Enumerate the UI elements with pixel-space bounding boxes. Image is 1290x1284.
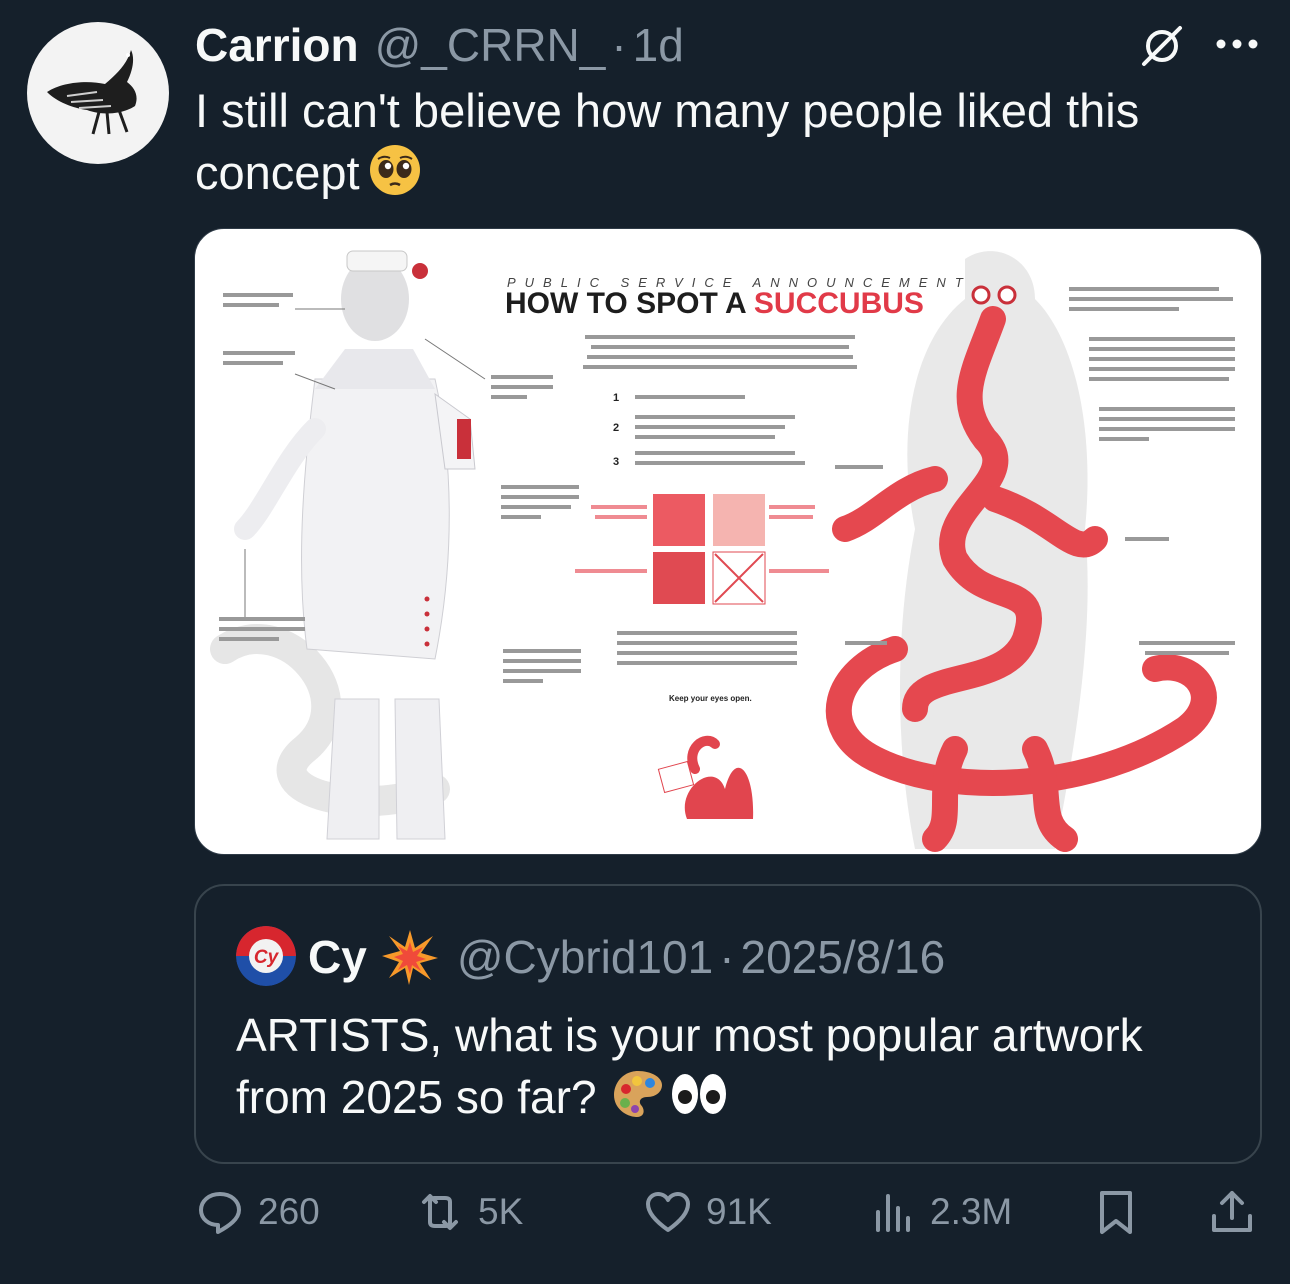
pleading-face-emoji: [369, 145, 420, 195]
share-icon: [1212, 1191, 1252, 1232]
crow-avatar-image: [47, 50, 137, 135]
svg-text:3: 3: [613, 456, 619, 468]
more-options-icon[interactable]: [1213, 34, 1261, 54]
quoted-author-avatar[interactable]: Cy: [236, 926, 296, 986]
post-media-image[interactable]: 1 2 3 Keep your eyes open. PUBLIC SERVICE …: [194, 228, 1262, 855]
quoted-author-name[interactable]: Cy: [308, 930, 367, 984]
reply-count: 260: [258, 1191, 320, 1232]
cy-logo-avatar: Cy: [236, 926, 296, 986]
post-header: Carrion @_CRRN_ · 1d: [195, 18, 684, 72]
eyes-emoji: [671, 1074, 726, 1114]
psa-infographic: 1 2 3 Keep your eyes open.: [210, 250, 1235, 852]
like-count: 91K: [706, 1191, 772, 1232]
views-chart-icon: [876, 1194, 910, 1232]
svg-text:2: 2: [613, 422, 619, 434]
post-text-content: I still can't believe how many people li…: [195, 84, 1140, 199]
collision-emoji: [381, 930, 438, 985]
share-button[interactable]: [1208, 1188, 1270, 1236]
poster-title: HOW TO SPOT A SUCCUBUS: [505, 287, 924, 321]
views-button[interactable]: 2.3M: [868, 1188, 1012, 1236]
quoted-post-header: Cy @Cybrid101 · 2025/8/16: [308, 928, 945, 986]
svg-text:Cy: Cy: [254, 947, 280, 968]
post: Carrion @_CRRN_ · 1d I still can't belie…: [0, 0, 1290, 1284]
author-avatar[interactable]: [27, 22, 169, 164]
quoted-post-date[interactable]: 2025/8/16: [741, 930, 946, 984]
repost-button[interactable]: 5K: [416, 1188, 523, 1236]
separator: ·: [611, 19, 627, 71]
quoted-author-handle[interactable]: @Cybrid101: [457, 930, 713, 984]
artist-palette-emoji: [613, 1071, 662, 1117]
action-bar: 260 5K 91K 2.3M: [0, 1188, 1290, 1248]
like-button[interactable]: 91K: [644, 1188, 772, 1236]
svg-text:1: 1: [613, 392, 619, 404]
quoted-post-text: ARTISTS, what is your most popular artwo…: [236, 1004, 1236, 1128]
views-count: 2.3M: [930, 1191, 1013, 1232]
poster-title-highlight: SUCCUBUS: [753, 287, 924, 320]
poster-closing-line: Keep your eyes open.: [669, 694, 752, 703]
reply-icon: [199, 1192, 241, 1234]
quoted-separator: ·: [719, 931, 735, 983]
quoted-post[interactable]: Cy Cy @Cybrid101 · 2025/8/16 ARTISTS, wh…: [194, 884, 1262, 1164]
grok-icon[interactable]: [1138, 22, 1186, 70]
repost-icon: [422, 1194, 458, 1230]
reply-button[interactable]: 260: [196, 1188, 320, 1236]
heart-icon: [646, 1192, 690, 1232]
bookmark-icon: [1100, 1191, 1132, 1234]
post-time[interactable]: 1d: [633, 18, 684, 72]
poster-title-prefix: HOW TO SPOT A: [505, 287, 746, 320]
post-text: I still can't believe how many people li…: [195, 80, 1235, 204]
author-handle[interactable]: @_CRRN_: [375, 18, 606, 72]
repost-count: 5K: [478, 1191, 524, 1232]
bookmark-button[interactable]: [1092, 1188, 1154, 1236]
author-name[interactable]: Carrion: [195, 18, 359, 72]
